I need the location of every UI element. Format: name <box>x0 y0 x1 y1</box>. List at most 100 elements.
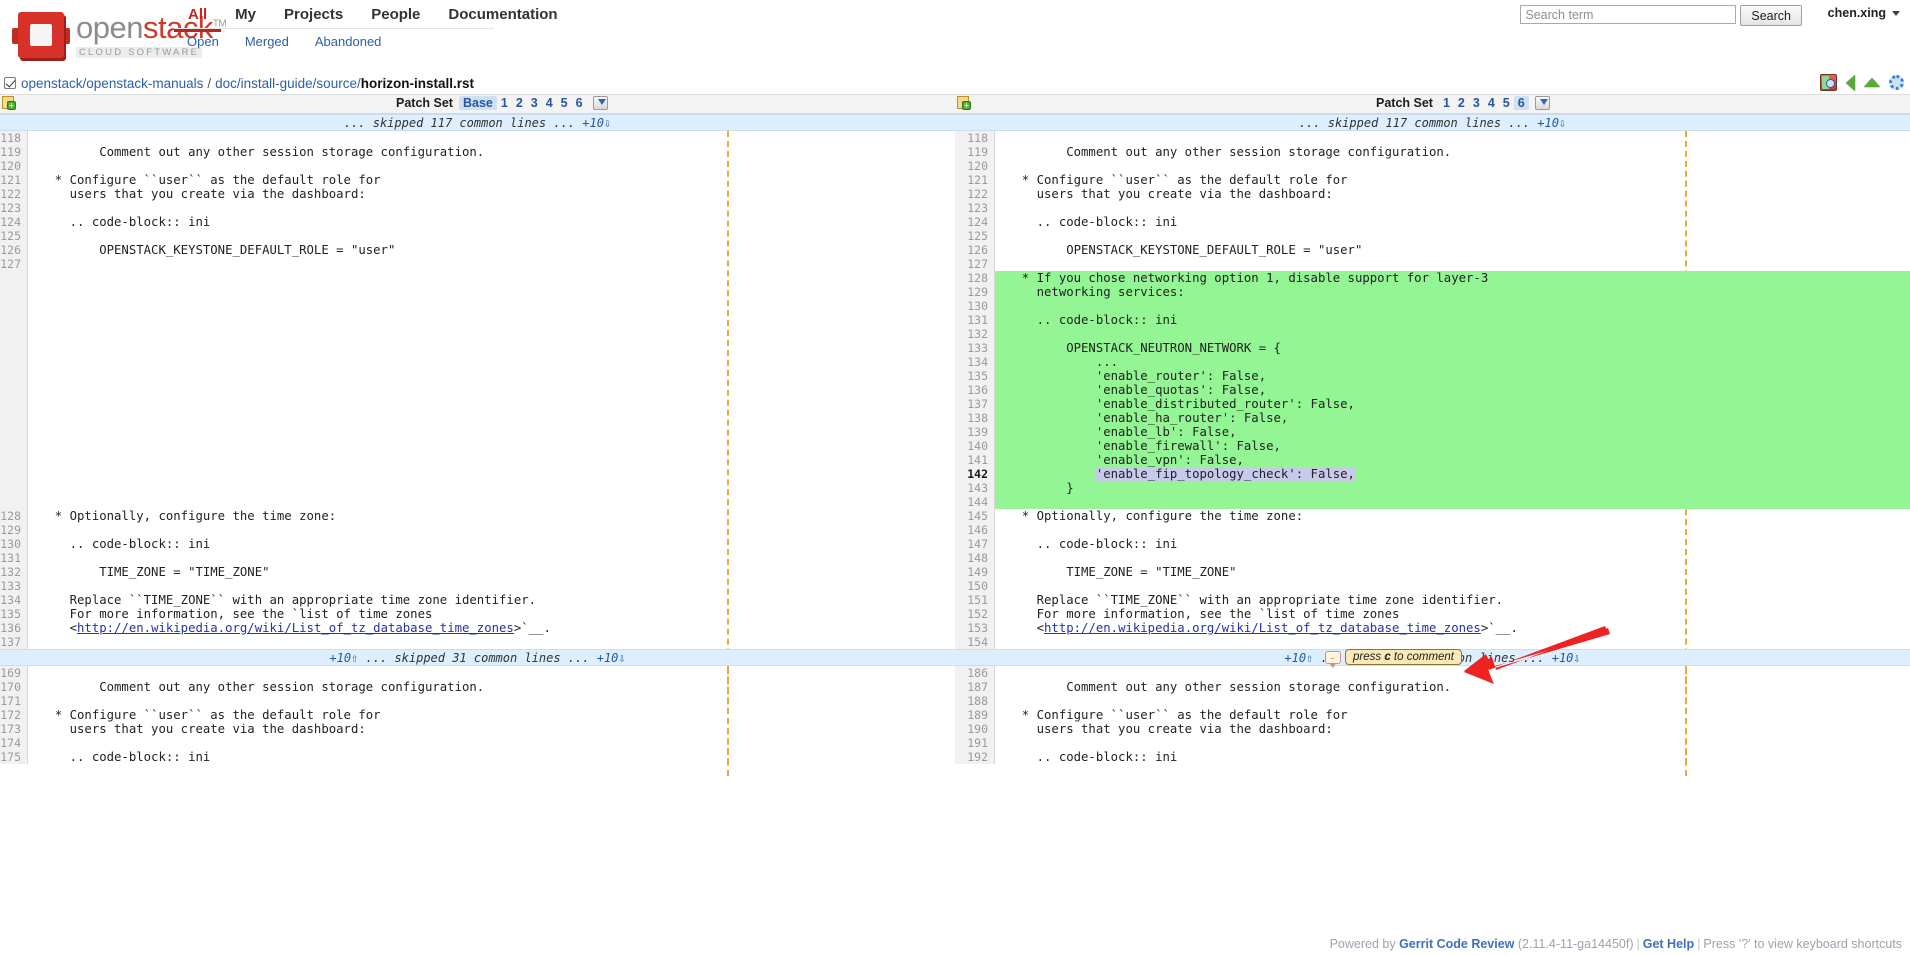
code-line[interactable] <box>995 201 1910 215</box>
code-line[interactable]: For more information, see the `list of t… <box>995 607 1910 621</box>
skip-banner-top-right-expand[interactable]: +10⇩ <box>1537 116 1566 130</box>
comment-bubble-icon[interactable]: … <box>1325 650 1341 668</box>
line-number[interactable]: 131 <box>955 313 995 327</box>
line-number[interactable]: 121 <box>955 173 995 187</box>
diff-row[interactable]: 136 <http://en.wikipedia.org/wiki/List_o… <box>0 621 955 635</box>
code-line[interactable]: <http://en.wikipedia.org/wiki/List_of_tz… <box>28 621 955 635</box>
code-line[interactable]: networking services: <box>995 285 1910 299</box>
line-number[interactable]: 132 <box>955 327 995 341</box>
patchset-option-4-left[interactable]: 4 <box>542 96 557 110</box>
code-line[interactable] <box>995 159 1910 173</box>
diff-row[interactable]: 126 OPENSTACK_KEYSTONE_DEFAULT_ROLE = "u… <box>955 243 1910 257</box>
code-line[interactable] <box>995 131 1910 145</box>
code-line[interactable]: * Configure ``user`` as the default role… <box>28 173 955 187</box>
footer-get-help-link[interactable]: Get Help <box>1643 937 1694 951</box>
diff-row[interactable]: 136 'enable_quotas': False, <box>955 383 1910 397</box>
code-line[interactable]: 'enable_fip_topology_check': False, <box>995 467 1910 481</box>
line-number[interactable]: 145 <box>955 509 995 523</box>
line-number[interactable]: 134 <box>0 593 28 607</box>
diff-row[interactable]: 128 * If you chose networking option 1, … <box>955 271 1910 285</box>
patchset-option-6-left[interactable]: 6 <box>572 96 587 110</box>
skip-banner-top-right[interactable]: ... skipped 117 common lines ... +10⇩ <box>955 115 1910 132</box>
skip-banner-middle-left-expand-down[interactable]: +10⇩ <box>597 651 626 665</box>
diff-row[interactable]: 134 Replace ``TIME_ZONE`` with an approp… <box>0 593 955 607</box>
breadcrumb-path[interactable]: doc/install-guide/source/ <box>215 76 361 91</box>
code-line[interactable] <box>995 551 1910 565</box>
line-number[interactable]: 190 <box>955 722 995 736</box>
code-line[interactable] <box>995 229 1910 243</box>
line-number[interactable]: 188 <box>955 694 995 708</box>
code-line[interactable] <box>28 523 955 537</box>
diff-row[interactable]: 172 * Configure ``user`` as the default … <box>0 708 955 722</box>
line-number[interactable]: 122 <box>955 187 995 201</box>
line-number[interactable]: 154 <box>955 635 995 649</box>
line-number[interactable]: 132 <box>0 565 28 579</box>
code-line[interactable] <box>995 579 1910 593</box>
line-number[interactable]: 133 <box>955 341 995 355</box>
subnav-item-abandoned[interactable]: Abandoned <box>302 32 395 51</box>
diff-row[interactable]: 129 <box>0 523 955 537</box>
code-line[interactable]: .. code-block:: ini <box>28 215 955 229</box>
diff-row[interactable]: 141 'enable_vpn': False, <box>955 453 1910 467</box>
line-number[interactable]: 124 <box>955 215 995 229</box>
code-line[interactable]: users that you create via the dashboard: <box>28 187 955 201</box>
diff-row[interactable]: 120 <box>955 159 1910 173</box>
diff-row[interactable]: 119 Comment out any other session storag… <box>0 145 955 159</box>
line-number[interactable]: 127 <box>0 257 28 271</box>
code-line[interactable]: * Configure ``user`` as the default role… <box>28 708 955 722</box>
diff-row[interactable]: 132 <box>955 327 1910 341</box>
line-number[interactable]: 131 <box>0 551 28 565</box>
line-number[interactable]: 150 <box>955 579 995 593</box>
code-line[interactable] <box>995 299 1910 313</box>
code-line[interactable]: 'enable_lb': False, <box>995 425 1910 439</box>
line-number[interactable]: 124 <box>0 215 28 229</box>
diff-row[interactable]: 192 .. code-block:: ini <box>955 750 1910 764</box>
diff-row[interactable]: 148 <box>955 551 1910 565</box>
code-line[interactable]: .. code-block:: ini <box>995 313 1910 327</box>
code-line[interactable]: } <box>995 481 1910 495</box>
code-line[interactable]: 'enable_quotas': False, <box>995 383 1910 397</box>
line-number[interactable]: 118 <box>0 131 28 145</box>
patchset-option-1-left[interactable]: 1 <box>497 96 512 110</box>
code-line[interactable] <box>28 257 955 271</box>
line-number[interactable]: 118 <box>955 131 995 145</box>
code-line[interactable]: OPENSTACK_KEYSTONE_DEFAULT_ROLE = "user" <box>995 243 1910 257</box>
line-number[interactable]: 143 <box>955 481 995 495</box>
diff-row[interactable]: 169 <box>0 666 955 680</box>
line-number[interactable]: 186 <box>955 666 995 680</box>
diff-row[interactable]: 139 'enable_lb': False, <box>955 425 1910 439</box>
code-line[interactable]: Replace ``TIME_ZONE`` with an appropriat… <box>995 593 1910 607</box>
line-number[interactable]: 189 <box>955 708 995 722</box>
diff-row[interactable]: 121 * Configure ``user`` as the default … <box>955 173 1910 187</box>
line-number[interactable]: 152 <box>955 607 995 621</box>
skip-banner-top-left[interactable]: ... skipped 117 common lines ... +10⇩ <box>0 115 955 132</box>
diff-row[interactable]: 143 } <box>955 481 1910 495</box>
diff-row[interactable]: 130 <box>955 299 1910 313</box>
code-line[interactable]: Comment out any other session storage co… <box>995 145 1910 159</box>
diff-row[interactable]: 119 Comment out any other session storag… <box>955 145 1910 159</box>
patchset-option-5-left[interactable]: 5 <box>557 96 572 110</box>
code-line[interactable]: .. code-block:: ini <box>995 215 1910 229</box>
preferences-gear-icon[interactable] <box>1889 75 1904 90</box>
code-line[interactable]: .. code-block:: ini <box>28 750 955 764</box>
code-line[interactable]: ... <box>995 355 1910 369</box>
line-number[interactable]: 174 <box>0 736 28 750</box>
code-line[interactable]: TIME_ZONE = "TIME_ZONE" <box>28 565 955 579</box>
line-number[interactable]: 147 <box>955 537 995 551</box>
line-number[interactable]: 137 <box>0 635 28 649</box>
code-line[interactable]: 'enable_ha_router': False, <box>995 411 1910 425</box>
code-line[interactable]: users that you create via the dashboard: <box>995 722 1910 736</box>
patchset-option-3-left[interactable]: 3 <box>527 96 542 110</box>
line-number[interactable]: 138 <box>955 411 995 425</box>
code-line[interactable] <box>28 551 955 565</box>
wikipedia-timezone-link[interactable]: http://en.wikipedia.org/wiki/List_of_tz_… <box>1044 621 1481 635</box>
line-number[interactable]: 172 <box>0 708 28 722</box>
diff-row[interactable]: 134 ... <box>955 355 1910 369</box>
line-number[interactable]: 128 <box>955 271 995 285</box>
code-line[interactable]: * Configure ``user`` as the default role… <box>995 173 1910 187</box>
line-number[interactable]: 123 <box>0 201 28 215</box>
line-number[interactable]: 148 <box>955 551 995 565</box>
diff-row[interactable]: 150 <box>955 579 1910 593</box>
line-number[interactable]: 192 <box>955 750 995 764</box>
code-line[interactable] <box>995 327 1910 341</box>
